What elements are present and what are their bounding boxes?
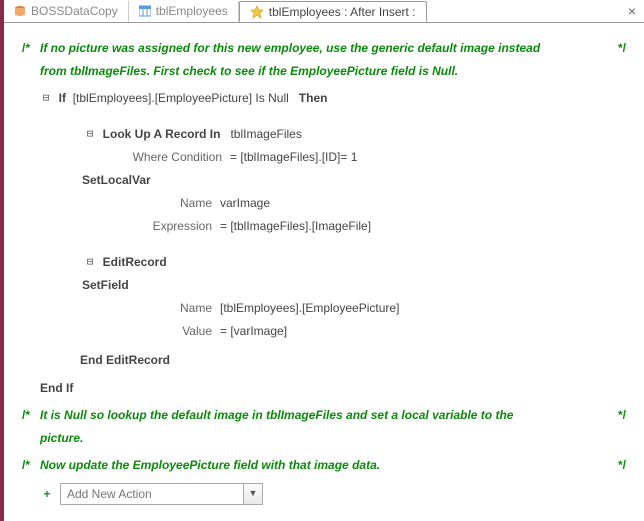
if-expression[interactable]: [tblEmployees].[EmployeePicture] Is Null [73,87,289,110]
expression-value[interactable]: = [tblImageFiles].[ImageFile] [220,215,371,238]
add-action-input[interactable] [61,484,243,504]
lookup-keyword: Look Up A Record In [103,123,221,146]
expression-label: Expression [92,215,212,238]
tab-tblemployees[interactable]: tblEmployees [129,1,239,22]
comment-close: */ [618,404,626,427]
table-icon [139,5,151,17]
comment-close: */ [618,454,626,477]
sf-name-label: Name [92,297,212,320]
sf-value-value[interactable]: = [varImage] [220,320,287,343]
add-action-combo[interactable]: ▼ [60,483,263,505]
comment-close: */ [618,37,626,60]
collapse-toggle[interactable]: ⊟ [84,124,96,145]
comment-text: If no picture was assigned for this new … [40,37,560,83]
name-label: Name [92,192,212,215]
editrecord-keyword: EditRecord [103,251,167,274]
tab-bossdatacopy[interactable]: BOSSDataCopy [4,1,129,22]
database-icon [14,5,26,17]
close-icon: × [628,3,636,19]
comment-text: Now update the EmployeePicture field wit… [40,454,380,477]
sf-value-label: Value [92,320,212,343]
chevron-down-icon[interactable]: ▼ [243,484,262,504]
sf-name-value[interactable]: [tblEmployees].[EmployeePicture] [220,297,399,320]
setlocalvar-keyword: SetLocalVar [82,169,151,192]
where-expression[interactable]: = [tblImageFiles].[ID]= 1 [230,146,357,169]
tab-label: tblEmployees : After Insert : [269,5,416,19]
then-keyword: Then [299,87,328,110]
comment-text: It is Null so lookup the default image i… [40,404,540,450]
tab-afterinsert[interactable]: tblEmployees : After Insert : [239,1,427,22]
tab-label: BOSSDataCopy [31,4,118,18]
macro-icon [250,5,264,19]
tab-label: tblEmployees [156,4,228,18]
setfield-keyword: SetField [82,274,129,297]
tab-bar: BOSSDataCopy tblEmployees tblEmployees :… [4,0,644,23]
add-action-icon[interactable]: + [40,483,54,506]
macro-editor: /* If no picture was assigned for this n… [4,23,644,521]
comment-open: /* [22,454,30,477]
close-button[interactable]: × [620,2,644,20]
if-keyword: If [59,87,66,110]
lookup-target[interactable]: tblImageFiles [230,123,301,146]
collapse-toggle[interactable]: ⊟ [40,88,52,109]
name-value[interactable]: varImage [220,192,270,215]
where-label: Where Condition [92,146,222,169]
comment-open: /* [22,37,30,60]
end-if: End If [40,377,73,400]
comment-open: /* [22,404,30,427]
collapse-toggle[interactable]: ⊟ [84,252,96,273]
end-editrecord: End EditRecord [80,349,170,372]
